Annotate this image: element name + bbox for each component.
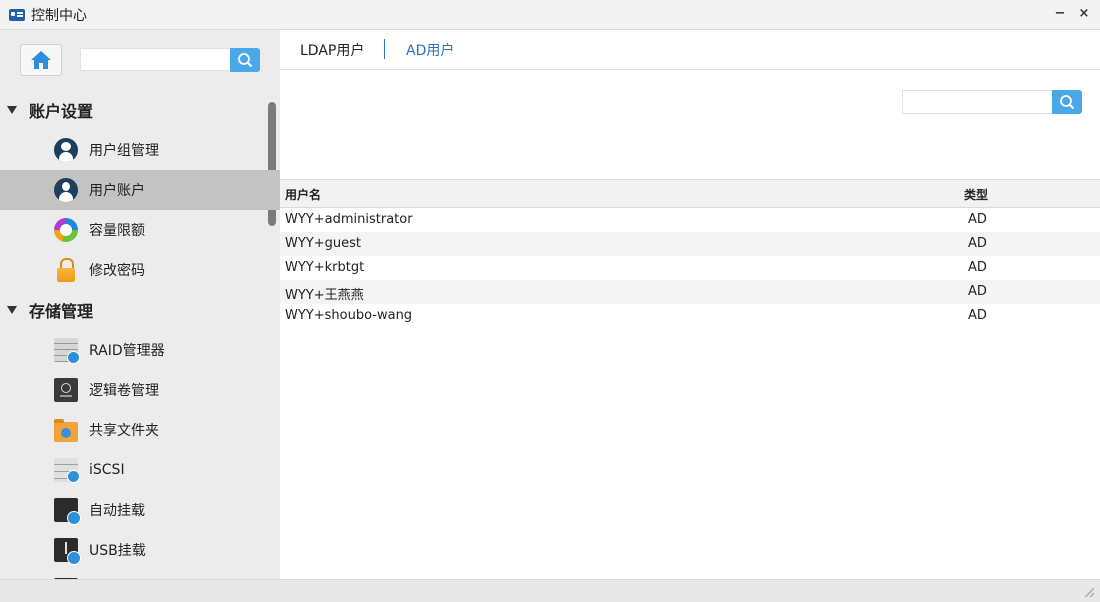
window-controls: − × [1054, 6, 1090, 22]
sidebar-item-label: 共享文件夹 [89, 423, 159, 439]
minimize-button[interactable]: − [1054, 6, 1066, 22]
home-icon [31, 51, 51, 69]
window-title: 控制中心 [31, 7, 87, 24]
section-title: 账户设置 [29, 102, 94, 121]
table-header: 用户名 类型 [280, 179, 1100, 208]
cell-type: AD [968, 236, 987, 251]
tab-ldap-users[interactable]: LDAP用户 [300, 40, 364, 60]
sidebar-item-iscsi[interactable]: iSCSI [0, 450, 280, 490]
user-table: 用户名 类型 WYY+administrator AD WYY+guest AD… [280, 179, 1100, 328]
cell-username: WYY+administrator [285, 212, 413, 227]
cell-type: AD [968, 260, 987, 275]
sidebar-item-user-accounts[interactable]: 用户账户 [0, 170, 280, 210]
section-storage-management[interactable]: 存储管理 [0, 290, 268, 330]
main-panel: LDAP用户 AD用户 用户名 类型 WYY+administrator AD … [280, 30, 1100, 579]
sidebar-item-label: iSCSI [89, 462, 125, 478]
title-bar: 控制中心 − × [0, 0, 1100, 30]
sidebar-item-partial[interactable] [0, 570, 280, 579]
caret-down-icon [7, 106, 17, 114]
sidebar-item-label: 自动挂载 [89, 503, 145, 519]
sidebar-item-label: 用户账户 [89, 183, 145, 199]
table-body: WYY+administrator AD WYY+guest AD WYY+kr… [280, 208, 1100, 328]
user-group-icon [54, 138, 78, 162]
caret-down-icon [7, 306, 17, 314]
shared-folder-icon [54, 419, 78, 442]
control-panel-icon [9, 8, 25, 21]
tab-bar: LDAP用户 AD用户 [280, 30, 1100, 70]
sidebar-item-label: 容量限额 [89, 223, 145, 239]
sidebar-item-change-password[interactable]: 修改密码 [0, 250, 280, 290]
user-account-icon [54, 178, 78, 202]
quota-icon [54, 218, 78, 242]
cell-type: AD [968, 308, 987, 323]
column-header-username[interactable]: 用户名 [285, 186, 321, 203]
resize-grip-icon[interactable] [1084, 587, 1094, 597]
usb-mount-icon [54, 538, 81, 565]
raid-icon [54, 338, 80, 364]
lvm-icon [54, 378, 78, 402]
sidebar-item-quota[interactable]: 容量限额 [0, 210, 280, 250]
column-header-type[interactable]: 类型 [964, 186, 988, 203]
sidebar-item-label: 用户组管理 [89, 143, 159, 159]
cell-username: WYY+王燕燕 [285, 288, 364, 303]
sidebar-search-input[interactable] [80, 48, 230, 71]
cell-type: AD [968, 284, 987, 299]
sidebar-item-label: RAID管理器 [89, 343, 165, 359]
lock-icon [54, 258, 78, 282]
sidebar-item-usb-mount[interactable]: USB挂载 [0, 530, 280, 570]
cell-username: WYY+guest [285, 236, 361, 251]
sidebar-item-user-groups[interactable]: 用户组管理 [0, 130, 280, 170]
sidebar-item-raid[interactable]: RAID管理器 [0, 330, 280, 370]
sidebar-item-label: USB挂载 [89, 543, 146, 559]
search-icon [1060, 95, 1075, 110]
table-row[interactable]: WYY+krbtgt AD [280, 256, 1100, 280]
section-account-settings[interactable]: 账户设置 [0, 90, 268, 130]
cell-username: WYY+shoubo-wang [285, 308, 413, 323]
search-icon [238, 53, 253, 68]
close-button[interactable]: × [1078, 6, 1090, 22]
home-button[interactable] [20, 44, 62, 76]
status-bar [0, 579, 1100, 602]
table-row[interactable]: WYY+administrator AD [280, 208, 1100, 232]
sidebar-item-lvm[interactable]: 逻辑卷管理 [0, 370, 280, 410]
tab-ad-users[interactable]: AD用户 [406, 40, 454, 60]
user-search-button[interactable] [1052, 90, 1082, 114]
table-row[interactable]: WYY+shoubo-wang AD [280, 304, 1100, 328]
sidebar-item-label: 修改密码 [89, 263, 145, 279]
cell-username: WYY+krbtgt [285, 260, 365, 275]
sidebar-item-shared-folder[interactable]: 共享文件夹 [0, 410, 280, 450]
table-row[interactable]: WYY+guest AD [280, 232, 1100, 256]
section-title: 存储管理 [29, 302, 94, 321]
sidebar-item-auto-mount[interactable]: 自动挂载 [0, 490, 280, 530]
auto-mount-icon [54, 498, 81, 525]
cell-type: AD [968, 212, 987, 227]
iscsi-icon [54, 458, 80, 483]
user-search-input[interactable] [902, 90, 1052, 114]
table-row[interactable]: WYY+王燕燕 AD [280, 280, 1100, 304]
sidebar-item-label: 逻辑卷管理 [89, 383, 159, 399]
sidebar-search-button[interactable] [230, 48, 260, 72]
sidebar: 账户设置 用户组管理 用户账户 容量限额 修改密码 存储管理 RAID管理器 逻… [0, 30, 280, 579]
tab-divider [384, 39, 385, 59]
